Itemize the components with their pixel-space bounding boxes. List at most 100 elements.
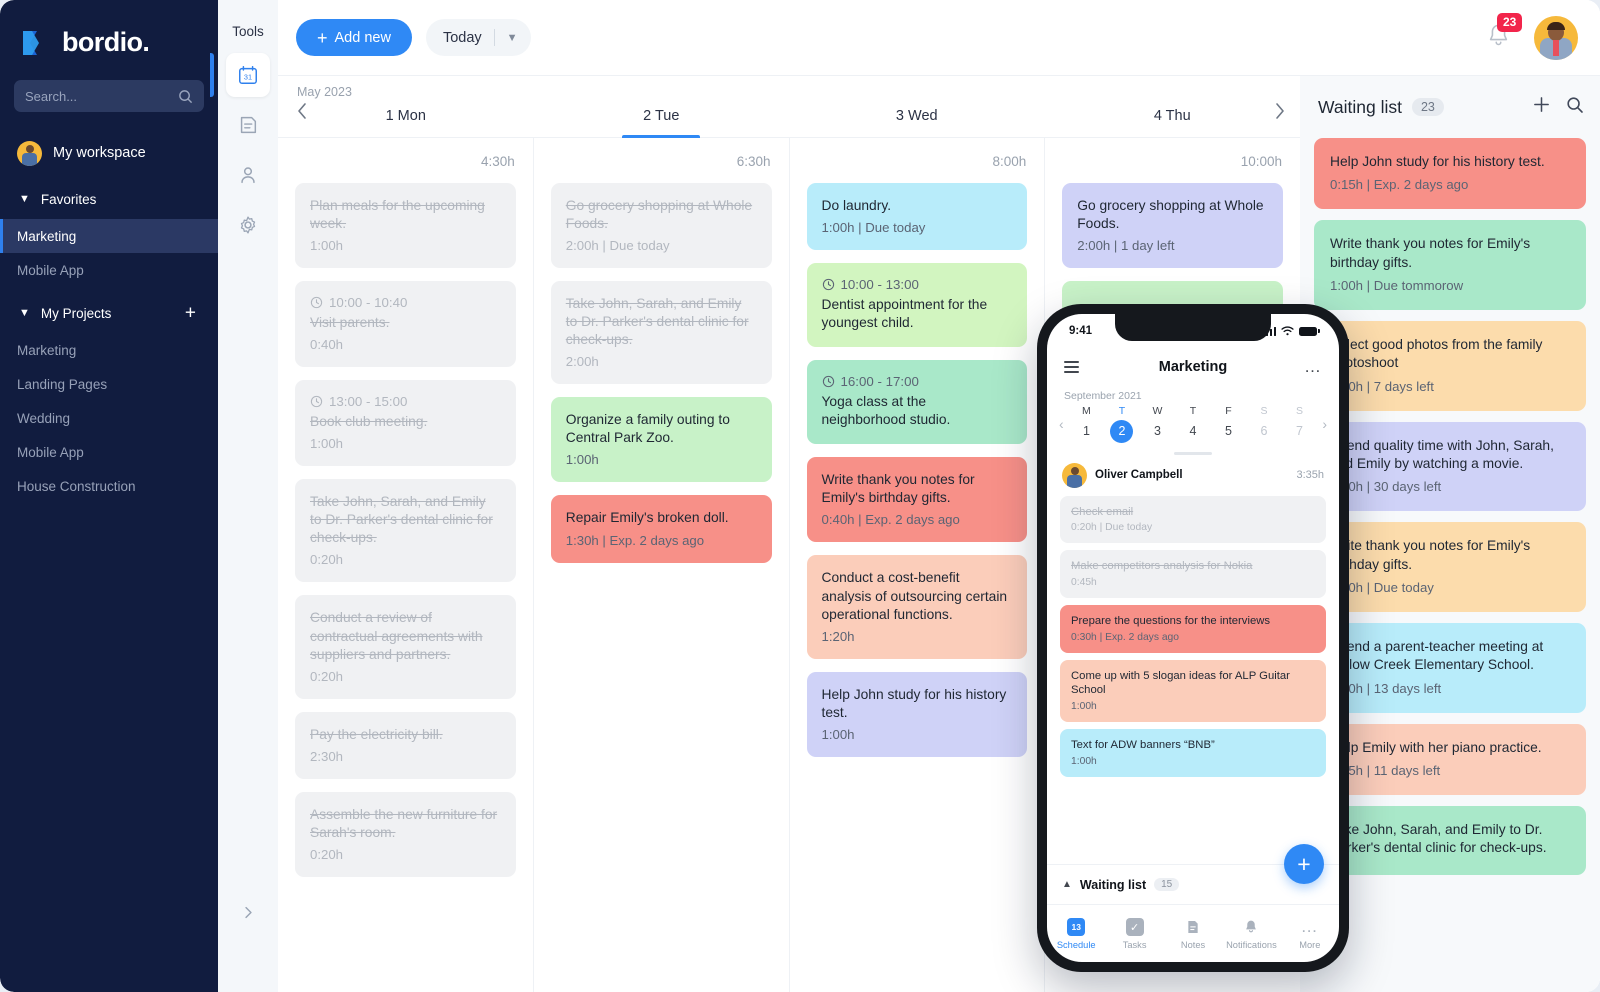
phone-add-fab[interactable]: + <box>1284 844 1324 884</box>
tool-contacts-button[interactable] <box>226 153 270 197</box>
waiting-list-add-button[interactable] <box>1532 95 1551 119</box>
add-new-button[interactable]: + Add new <box>296 19 412 56</box>
column-total: 8:00h <box>992 154 1027 169</box>
tool-settings-button[interactable] <box>226 203 270 247</box>
left-sidebar: bordio. My workspace ▼ Favorites Marketi… <box>0 0 218 992</box>
task-card[interactable]: Do laundry. 1:00h | Due today <box>806 183 1028 251</box>
waiting-list-card[interactable]: Help Emily with her piano practice. 0:45h… <box>1314 723 1586 796</box>
gear-icon <box>240 216 256 234</box>
task-card[interactable]: 10:00 - 13:00 Dentist appointment for the… <box>806 263 1028 348</box>
phone-weekday[interactable]: M1 <box>1073 405 1100 443</box>
task-card[interactable]: Assemble the new furniture for Sarah's r… <box>295 791 516 877</box>
sidebar-item-landing-pages[interactable]: Landing Pages <box>0 367 218 401</box>
phone-next-week-button[interactable]: › <box>1317 416 1332 432</box>
expand-sidebar-button[interactable] <box>218 906 278 924</box>
task-card[interactable]: Go grocery shopping at Whole Foods. 2:00h… <box>550 183 772 269</box>
waiting-list-card[interactable]: Select good photos from the family photo… <box>1314 321 1586 411</box>
brand-name: bordio. <box>62 27 150 57</box>
search-input[interactable] <box>25 88 165 104</box>
phone-weekday[interactable]: W3 <box>1144 405 1171 443</box>
phone-tab-tasks[interactable]: ✓ Tasks <box>1105 917 1163 950</box>
task-card[interactable]: Conduct a review of contractual agreemen… <box>295 595 516 699</box>
task-card[interactable]: Organize a family outing to Central Park… <box>550 397 772 483</box>
sidebar-item-mobile-app-fav[interactable]: Mobile App <box>0 253 218 287</box>
sidebar-item-marketing-fav[interactable]: Marketing <box>0 219 218 253</box>
weekday-number: 6 <box>1260 424 1268 438</box>
today-button[interactable]: Today ▼ <box>425 19 531 56</box>
sidebar-item-house-construction[interactable]: House Construction <box>0 469 218 503</box>
bordio-logo-icon <box>17 26 51 60</box>
wifi-icon <box>1281 326 1294 336</box>
clock-icon <box>310 396 323 408</box>
task-card[interactable]: Take John, Sarah, and Emily to Dr. Parke… <box>295 479 516 583</box>
brand-logo[interactable]: bordio. <box>0 0 218 62</box>
waiting-list-card[interactable]: Help John study for his history test. 0:1… <box>1314 138 1586 210</box>
task-card[interactable]: 13:00 - 15:00 Book club meeting. 1:00h <box>295 380 516 467</box>
user-avatar[interactable] <box>1534 15 1578 60</box>
sidebar-item-mobile-app[interactable]: Mobile App <box>0 435 218 469</box>
task-card[interactable]: Conduct a cost-benefit analysis of outso… <box>806 555 1028 659</box>
phone-task-card[interactable]: Prepare the questions for the interviews… <box>1060 604 1326 653</box>
phone-prev-week-button[interactable]: ‹ <box>1054 416 1069 432</box>
weekday-number: 2 <box>1110 420 1134 443</box>
task-card[interactable]: Go grocery shopping at Whole Foods. 2:00h… <box>1062 183 1283 269</box>
phone-tab-schedule[interactable]: 13 Schedule <box>1047 917 1105 950</box>
chevron-right-icon <box>244 906 252 919</box>
task-card[interactable]: 10:00 - 10:40 Visit parents. 0:40h <box>295 281 516 368</box>
waiting-list-search-button[interactable] <box>1566 96 1584 119</box>
divider <box>493 29 495 46</box>
nav-label: Mobile App <box>17 444 84 460</box>
phone-task-card[interactable]: Come up with 5 slogan ideas for ALP Guit… <box>1060 659 1326 722</box>
phone-task-card[interactable]: Check email 0:20h | Due today <box>1060 495 1326 544</box>
waiting-list-card[interactable]: Write thank you notes for Emily's birthd… <box>1314 220 1586 311</box>
waiting-list-card[interactable]: Take John, Sarah, and Emily to Dr. Parke… <box>1314 806 1586 875</box>
workspace-name: My workspace <box>53 145 146 161</box>
phone-weekday[interactable]: T4 <box>1179 405 1206 443</box>
nav-label: Mobile App <box>17 262 84 278</box>
more-dots-icon[interactable]: … <box>1304 358 1322 375</box>
phone-task-card[interactable]: Make competitors analysis for Nokia 0:45h <box>1060 550 1326 598</box>
phone-weekday[interactable]: T2 <box>1108 405 1135 443</box>
phone-weekday[interactable]: S7 <box>1286 405 1313 443</box>
notifications-button[interactable]: 23 <box>1485 12 1523 54</box>
task-card[interactable]: Help John study for his history test. 1:0… <box>806 671 1028 757</box>
column-total: 10:00h <box>1240 154 1282 169</box>
phone-grabber <box>1174 452 1212 455</box>
workspace-selector[interactable]: My workspace <box>0 127 218 179</box>
task-meta: 2:00h | 30 days left <box>1330 479 1442 495</box>
sidebar-search[interactable] <box>14 80 204 112</box>
add-project-button[interactable]: + <box>185 304 196 323</box>
task-meta: 2:00h <box>565 354 599 370</box>
task-card[interactable]: Plan meals for the upcoming week. 1:00h <box>295 183 516 269</box>
task-title: Assemble the new furniture for Sarah's r… <box>310 806 498 840</box>
tool-notes-button[interactable] <box>226 103 270 147</box>
phone-weekday[interactable]: F5 <box>1215 405 1242 443</box>
phone-weekday[interactable]: S6 <box>1251 405 1278 443</box>
sidebar-item-wedding[interactable]: Wedding <box>0 401 218 435</box>
task-card[interactable]: 16:00 - 17:00 Yoga class at the neighborh… <box>806 360 1028 445</box>
waiting-list-count: 23 <box>1411 98 1444 116</box>
task-card[interactable]: Repair Emily's broken doll. 1:30h | Exp. … <box>550 495 772 563</box>
phone-tab-more[interactable]: … More <box>1281 917 1339 950</box>
task-card[interactable]: Pay the electricity bill. 2:30h <box>295 711 516 779</box>
day-tab-mon[interactable]: 1 Mon <box>278 108 534 137</box>
waiting-list-card[interactable]: Attend a parent-teacher meeting at Willo… <box>1314 623 1586 713</box>
day-tab-thu[interactable]: 4 Thu <box>1045 108 1301 137</box>
waiting-list-card[interactable]: Write thank you notes for Emily's birthd… <box>1314 522 1586 613</box>
task-card[interactable]: Write thank you notes for Emily's birthd… <box>806 457 1028 543</box>
projects-section-header[interactable]: ▼ My Projects + <box>0 293 218 333</box>
hamburger-icon[interactable] <box>1064 361 1079 373</box>
phone-task-card[interactable]: Text for ADW banners “BNB” 1:00h <box>1060 728 1326 777</box>
tool-calendar-button[interactable]: 31 <box>210 53 270 97</box>
day-tab-wed[interactable]: 3 Wed <box>789 108 1045 137</box>
task-meta: 2:00h | Due today <box>565 238 670 254</box>
waiting-list-card[interactable]: Spend quality time with John, Sarah, and… <box>1314 421 1586 512</box>
task-card[interactable]: Take John, Sarah, and Emily to Dr. Parke… <box>550 281 772 385</box>
task-meta: 0:15h | Exp. 2 days ago <box>1330 177 1469 193</box>
phone-tab-notifications[interactable]: Notifications <box>1222 917 1280 950</box>
phone-tab-notes[interactable]: Notes <box>1164 917 1222 950</box>
waiting-list-title: Waiting list <box>1318 96 1402 117</box>
day-tab-tue[interactable]: 2 Tue <box>534 108 790 137</box>
sidebar-item-marketing[interactable]: Marketing <box>0 333 218 367</box>
favorites-section-header[interactable]: ▼ Favorites <box>0 179 218 219</box>
